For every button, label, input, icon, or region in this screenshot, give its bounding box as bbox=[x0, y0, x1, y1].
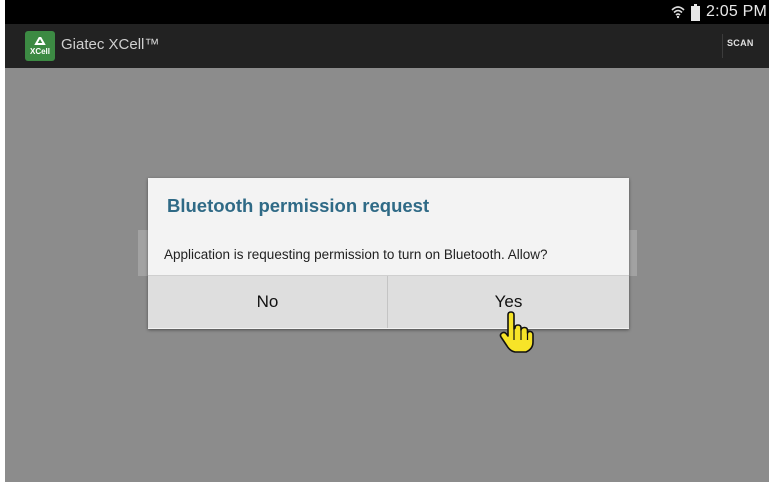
status-time: 2:05 PM bbox=[706, 3, 767, 20]
battery-icon bbox=[691, 3, 700, 21]
wifi-icon bbox=[671, 6, 685, 19]
background-block-right bbox=[629, 230, 637, 276]
app-title: Giatec XCell™ bbox=[61, 36, 160, 53]
hand-pointer-cursor-icon bbox=[499, 311, 534, 353]
bluetooth-permission-dialog: Bluetooth permission request Application… bbox=[148, 178, 629, 329]
no-button[interactable]: No bbox=[148, 276, 387, 328]
dialog-message: Application is requesting permission to … bbox=[164, 247, 548, 262]
status-bar: 2:05 PM bbox=[5, 0, 769, 24]
action-bar: XCell Giatec XCell™ SCAN bbox=[5, 24, 769, 68]
status-indicators: 2:05 PM bbox=[671, 0, 767, 24]
app-logo[interactable]: XCell bbox=[25, 31, 55, 61]
dialog-button-row: No Yes bbox=[148, 275, 629, 328]
scan-button[interactable]: SCAN bbox=[727, 38, 754, 48]
recycle-logo-icon bbox=[34, 36, 46, 45]
logo-text: XCell bbox=[29, 46, 50, 56]
device-screen: 2:05 PM XCell Giatec XCell™ SCAN Bluetoo… bbox=[5, 0, 769, 482]
dialog-title: Bluetooth permission request bbox=[167, 195, 430, 216]
action-bar-divider bbox=[722, 34, 723, 58]
